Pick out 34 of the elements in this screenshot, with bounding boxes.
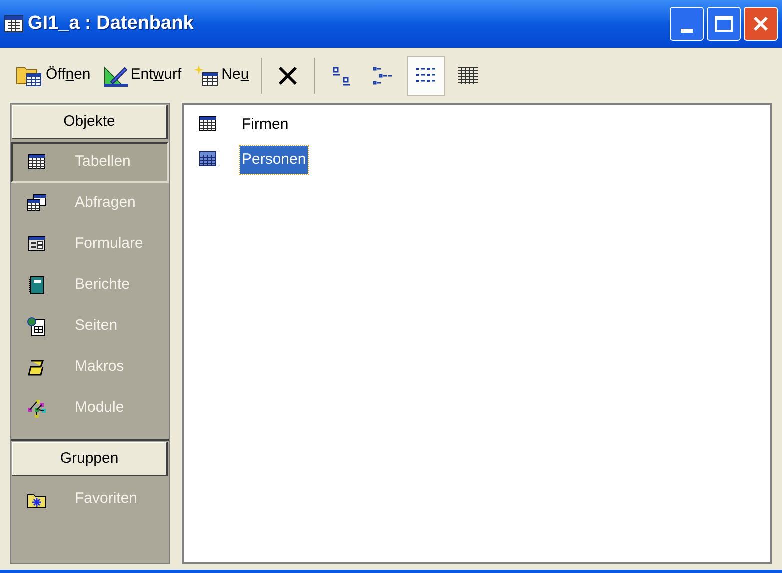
section-header[interactable]: Objekte bbox=[12, 105, 168, 139]
minimize-button[interactable] bbox=[670, 7, 704, 41]
close-icon bbox=[753, 16, 769, 32]
view-button[interactable] bbox=[407, 56, 446, 96]
table-item[interactable]: Firmen bbox=[240, 111, 291, 140]
design-button[interactable]: Entwurf bbox=[98, 56, 186, 96]
object-type-item[interactable]: Formulare bbox=[11, 224, 169, 265]
modules-icon bbox=[27, 398, 47, 418]
table-item[interactable]: Personen bbox=[240, 146, 308, 174]
details-view-icon bbox=[457, 66, 480, 86]
form-icon bbox=[27, 234, 47, 254]
scroll-icon bbox=[27, 358, 47, 378]
book-icon bbox=[27, 276, 47, 296]
delete-icon bbox=[278, 66, 298, 86]
object-type-item[interactable]: Tabellen bbox=[11, 142, 169, 183]
minimize-icon bbox=[681, 29, 693, 33]
object-type-item[interactable]: Berichte bbox=[11, 265, 169, 306]
stacked-tables-icon bbox=[27, 194, 47, 214]
window-title: GI1_a : Datenbank bbox=[28, 12, 194, 36]
open-button[interactable]: Öffnen bbox=[12, 56, 95, 96]
object-type-item[interactable]: Seiten bbox=[11, 306, 169, 347]
object-type-item[interactable]: Module bbox=[11, 388, 169, 429]
database-icon bbox=[4, 15, 24, 33]
maximize-button[interactable] bbox=[707, 7, 741, 41]
object-type-item[interactable]: Favoriten bbox=[11, 479, 169, 520]
object-type-item[interactable]: Makros bbox=[11, 347, 169, 388]
maximize-icon bbox=[715, 16, 733, 32]
object-type-item[interactable]: Abfragen bbox=[11, 183, 169, 224]
globe-page-icon bbox=[27, 316, 47, 336]
close-button[interactable] bbox=[744, 7, 778, 41]
section-header[interactable]: Gruppen bbox=[12, 442, 168, 476]
new-button[interactable]: Neu bbox=[190, 56, 254, 96]
table-icon bbox=[27, 152, 47, 172]
new-table-icon bbox=[194, 64, 220, 88]
